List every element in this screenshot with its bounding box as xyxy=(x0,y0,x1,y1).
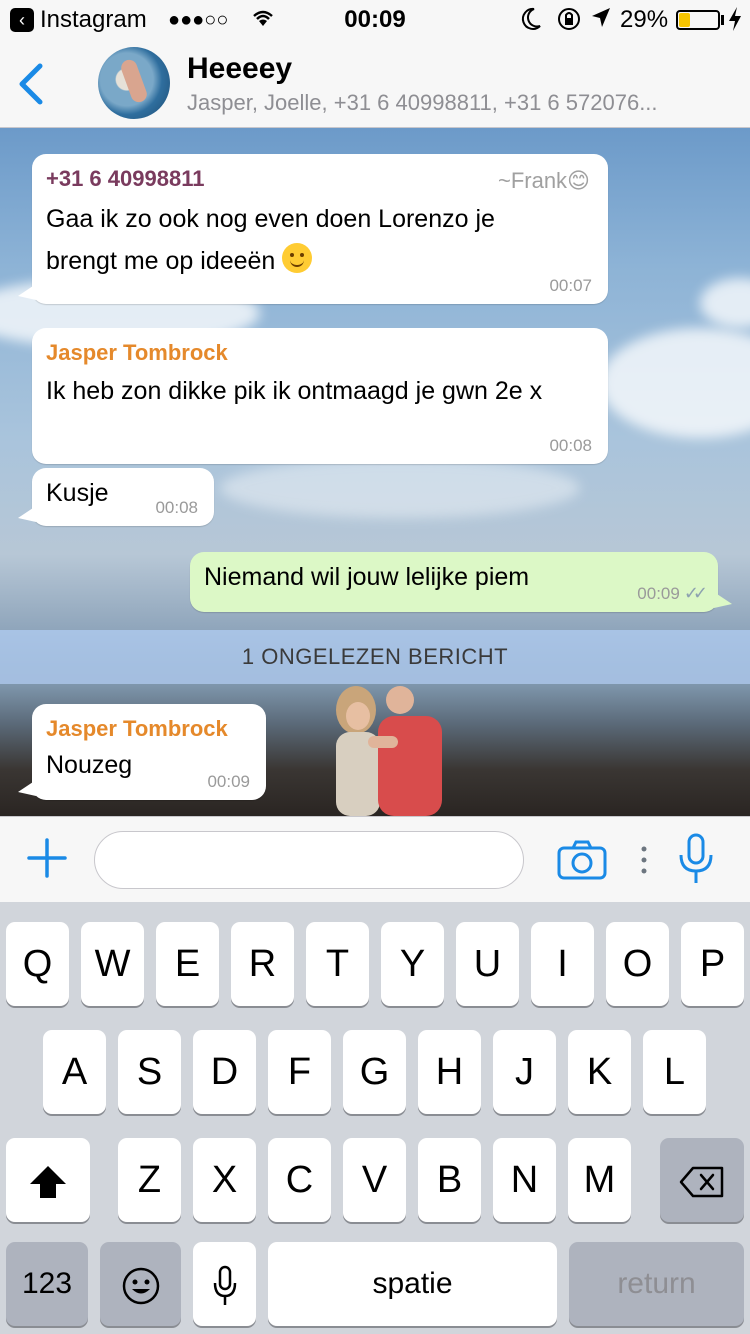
do-not-disturb-icon xyxy=(520,6,542,39)
microphone-icon xyxy=(213,1265,236,1305)
message-time: 00:09 xyxy=(207,772,250,791)
message-bubble[interactable]: Kusje 00:08 xyxy=(18,468,214,526)
background-cloud xyxy=(600,328,750,438)
key-b[interactable]: B xyxy=(418,1138,481,1222)
shift-arrow-icon xyxy=(30,1165,66,1198)
vertical-dots-icon xyxy=(640,845,648,875)
location-icon xyxy=(590,6,612,37)
key-q[interactable]: Q xyxy=(6,922,69,1006)
key-h[interactable]: H xyxy=(418,1030,481,1114)
key-g[interactable]: G xyxy=(343,1030,406,1114)
message-sender: Jasper Tombrock xyxy=(46,340,228,365)
sender-alias: ~Frank😊 xyxy=(497,168,590,193)
rotation-lock-icon xyxy=(556,6,582,39)
message-text: Niemand wil jouw lelijke piem xyxy=(204,563,530,591)
camera-icon xyxy=(557,840,607,880)
battery-percentage: 29% xyxy=(620,6,669,33)
message-sender: Jasper Tombrock xyxy=(46,716,228,741)
key-v[interactable]: V xyxy=(343,1138,406,1222)
smiley-icon xyxy=(122,1267,159,1305)
message-input[interactable] xyxy=(94,831,524,889)
key-p[interactable]: P xyxy=(681,922,744,1006)
chevron-left-icon xyxy=(19,63,43,105)
message-time: 00:08 xyxy=(549,436,592,455)
key-o[interactable]: O xyxy=(606,922,669,1006)
key-r[interactable]: R xyxy=(231,922,294,1006)
battery-nub xyxy=(721,15,724,25)
message-time: 00:09 ✓✓ xyxy=(637,583,708,604)
return-key[interactable]: return xyxy=(569,1242,744,1326)
numbers-key[interactable]: 123 xyxy=(6,1242,88,1326)
chat-header: Heeeey Jasper, Joelle, +31 6 40998811, +… xyxy=(0,40,750,128)
backspace-key[interactable] xyxy=(660,1138,744,1222)
battery-icon xyxy=(676,10,720,30)
background-cloud xyxy=(700,278,750,328)
key-s[interactable]: S xyxy=(118,1030,181,1114)
key-n[interactable]: N xyxy=(493,1138,556,1222)
read-receipt-icon: ✓✓ xyxy=(683,583,708,603)
key-w[interactable]: W xyxy=(81,922,144,1006)
backspace-icon xyxy=(679,1166,724,1198)
key-l[interactable]: L xyxy=(643,1030,706,1114)
background-cloud xyxy=(220,458,580,518)
group-title[interactable]: Heeeey xyxy=(187,52,292,86)
shift-key[interactable] xyxy=(6,1138,90,1222)
key-u[interactable]: U xyxy=(456,922,519,1006)
key-z[interactable]: Z xyxy=(118,1138,181,1222)
message-text: brengt me op ideeën xyxy=(46,247,276,275)
emoji-key[interactable] xyxy=(100,1242,181,1326)
charging-icon xyxy=(728,6,742,38)
plus-icon xyxy=(27,838,67,878)
back-button[interactable] xyxy=(14,60,54,108)
camera-button[interactable] xyxy=(556,839,608,881)
group-avatar[interactable] xyxy=(98,47,170,119)
dictation-key[interactable] xyxy=(193,1242,256,1326)
key-e[interactable]: E xyxy=(156,922,219,1006)
key-d[interactable]: D xyxy=(193,1030,256,1114)
message-time-text: 00:09 xyxy=(637,584,680,603)
message-time: 00:07 xyxy=(549,276,592,295)
message-bubble[interactable]: Jasper Tombrock Ik heb zon dikke pik ik … xyxy=(32,328,608,464)
key-t[interactable]: T xyxy=(306,922,369,1006)
outgoing-message-bubble[interactable]: Niemand wil jouw lelijke piem 00:09 ✓✓ xyxy=(190,552,732,612)
key-y[interactable]: Y xyxy=(381,922,444,1006)
background-photo-couple xyxy=(336,686,442,816)
group-members[interactable]: Jasper, Joelle, +31 6 40998811, +31 6 57… xyxy=(187,90,732,116)
on-screen-keyboard: Q W E R T Y U I O P A S D F G H J K L Z … xyxy=(0,902,750,1334)
status-bar: ‹ Instagram ●●●○○ 00:09 29% xyxy=(0,0,750,40)
microphone-icon xyxy=(679,833,713,883)
voice-message-button[interactable] xyxy=(678,833,714,885)
key-m[interactable]: M xyxy=(568,1138,631,1222)
message-bubble[interactable]: Jasper Tombrock Nouzeg 00:09 xyxy=(18,704,266,800)
key-i[interactable]: I xyxy=(531,922,594,1006)
battery-level-fill xyxy=(679,13,690,27)
key-c[interactable]: C xyxy=(268,1138,331,1222)
message-text-line: brengt me op ideeën xyxy=(46,240,594,282)
key-a[interactable]: A xyxy=(43,1030,106,1114)
winking-face-emoji-icon xyxy=(282,243,313,273)
message-time: 00:08 xyxy=(155,498,198,517)
message-input-bar xyxy=(0,816,750,902)
key-x[interactable]: X xyxy=(193,1138,256,1222)
message-bubble[interactable]: +31 6 40998811 ~Frank😊 Gaa ik zo ook nog… xyxy=(18,154,608,304)
chat-area[interactable]: +31 6 40998811 ~Frank😊 Gaa ik zo ook nog… xyxy=(0,128,750,816)
message-text: Ik heb zon dikke pik ik ontmaagd je gwn … xyxy=(46,377,543,405)
unread-messages-banner: 1 ONGELEZEN BERICHT xyxy=(0,630,750,684)
space-key[interactable]: spatie xyxy=(268,1242,557,1326)
attach-button[interactable] xyxy=(26,837,68,879)
key-k[interactable]: K xyxy=(568,1030,631,1114)
key-f[interactable]: F xyxy=(268,1030,331,1114)
message-text-line: Gaa ik zo ook nog even doen Lorenzo je xyxy=(46,205,495,233)
key-j[interactable]: J xyxy=(493,1030,556,1114)
